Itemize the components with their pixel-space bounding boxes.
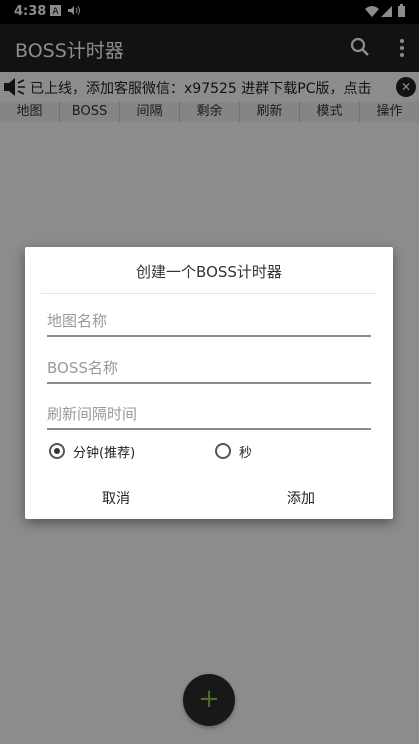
cancel-button[interactable]: 取消	[102, 488, 130, 508]
interval-input[interactable]	[47, 402, 371, 426]
interval-field	[47, 402, 371, 430]
unit-radio-group: 分钟(推荐) 秒	[49, 441, 369, 461]
radio-checked-icon	[49, 443, 65, 459]
add-button[interactable]: 添加	[287, 488, 315, 508]
radio-minutes-label: 分钟(推荐)	[73, 445, 136, 461]
dialog-divider	[41, 293, 377, 294]
map-name-input[interactable]	[47, 309, 371, 333]
radio-minutes[interactable]: 分钟(推荐)	[49, 441, 135, 461]
dialog-title: 创建一个BOSS计时器	[136, 263, 282, 281]
boss-name-input[interactable]	[47, 356, 371, 380]
radio-unchecked-icon	[215, 443, 231, 459]
radio-seconds[interactable]: 秒	[215, 441, 252, 461]
create-timer-dialog: 创建一个BOSS计时器 分钟(推荐) 秒 取消 添加	[25, 247, 393, 519]
boss-name-field	[47, 356, 371, 384]
radio-seconds-label: 秒	[239, 445, 253, 461]
map-name-field	[47, 309, 371, 337]
